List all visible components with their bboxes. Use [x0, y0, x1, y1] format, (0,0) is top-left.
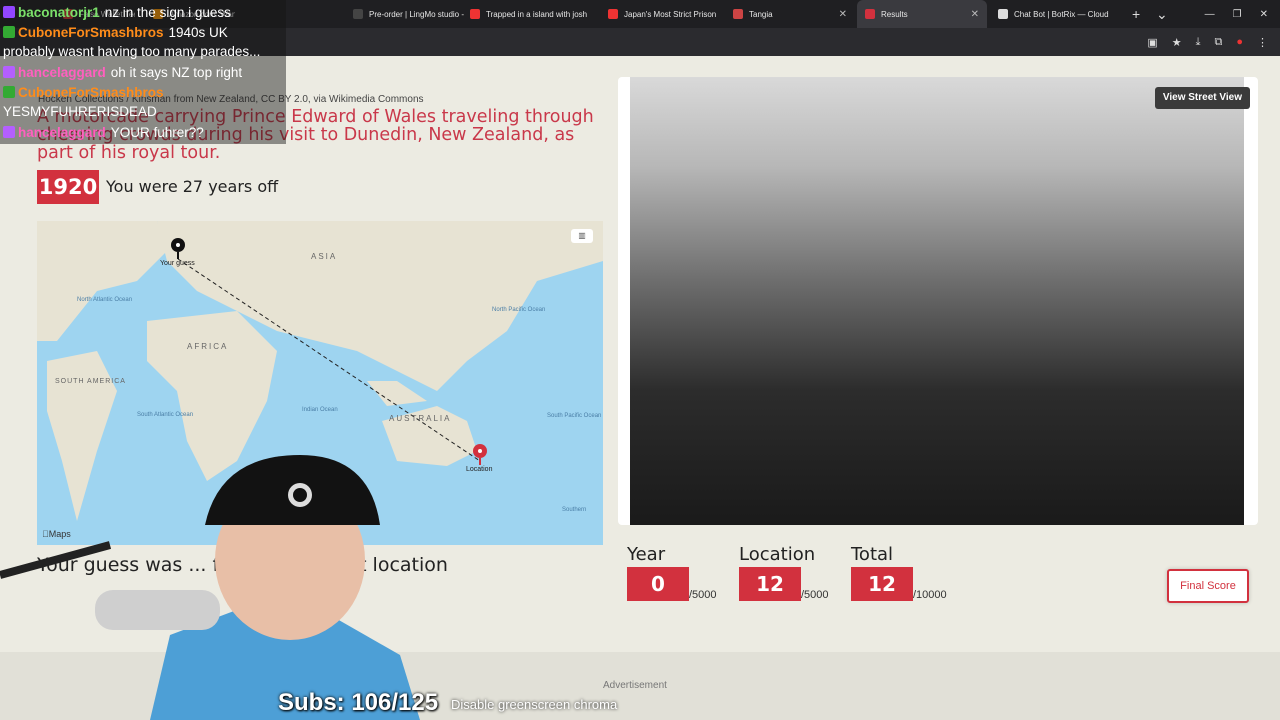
stream-chat-overlay: baconatorjr1 nz in the sign i guess Cubone…: [0, 0, 286, 144]
subs-goal: Subs: 106/125: [278, 689, 439, 716]
location-pin-label: Location: [466, 466, 493, 473]
chat-badge-icon: [3, 126, 15, 138]
map-label-southern: Southern: [562, 507, 586, 513]
chat-text: nz in the sign i guess: [104, 4, 231, 20]
tab-label: Results: [881, 9, 908, 19]
tab-favicon: [470, 9, 480, 19]
tab-label: Trapped in a island with josh: [486, 9, 588, 19]
tab-label: Tangia: [749, 9, 773, 19]
maximize-icon[interactable]: ❐: [1233, 9, 1242, 20]
map-label-africa: AFRICA: [187, 342, 228, 351]
total-score-label: Total: [851, 544, 894, 565]
year-score-max: /5000: [689, 589, 717, 601]
location-score: Location 12/5000: [739, 544, 829, 601]
chat-username: CuboneForSmashbros: [18, 84, 164, 100]
chat-message-continued: probably wasnt having too many parades..…: [3, 44, 261, 59]
extensions-icon[interactable]: ⧉: [1214, 36, 1222, 49]
chat-message: baconatorjr1 nz in the sign i guess: [0, 2, 286, 22]
tab-favicon: [865, 9, 875, 19]
year-off-text: You were 27 years off: [106, 177, 279, 196]
chat-text: oh it says NZ top right: [110, 64, 243, 80]
chat-badge-icon: [3, 6, 15, 18]
downloads-icon[interactable]: ⤓: [1196, 36, 1201, 49]
map-type-button[interactable]: ▥: [571, 229, 593, 243]
tab-favicon: [353, 9, 363, 19]
chat-text: YOUR fuhrer??: [110, 124, 204, 140]
historical-photo: [630, 77, 1244, 525]
tab-favicon: [608, 9, 618, 19]
browser-tab[interactable]: Japan's Most Strict Prison | F✕: [600, 0, 718, 28]
chat-username: hancelaggard: [18, 124, 106, 140]
chat-username: hancelaggard: [18, 64, 106, 80]
map-label-south-pacific: South Pacific Ocean: [547, 413, 601, 419]
chat-badge-icon: [3, 66, 15, 78]
final-score-button[interactable]: Final Score: [1167, 569, 1249, 603]
greenscreen-note: Disable greenscreen chroma: [451, 697, 618, 712]
map-label-south-atlantic: South Atlantic Ocean: [137, 412, 193, 418]
map-label-south-america: SOUTH AMERICA: [55, 378, 126, 385]
chat-message-continued: YESMYFUHRERISDEAD: [3, 104, 157, 119]
youtube-extension-icon[interactable]: ●: [1236, 36, 1243, 48]
chat-badge-icon: [3, 86, 15, 98]
streamer-webcam: [0, 455, 420, 720]
screenshot-icon[interactable]: ▣: [1147, 36, 1157, 49]
street-view-button[interactable]: View Street View: [1154, 87, 1250, 109]
chat-message: CuboneForSmashbros 1940s UK: [0, 22, 286, 42]
chat-badge-icon: [3, 26, 15, 38]
tab-label: Chat Bot | BotRix — Cloud S: [1014, 9, 1110, 19]
location-score-label: Location: [739, 544, 816, 565]
close-window-icon[interactable]: ✕: [1260, 9, 1268, 20]
chat-message: hancelaggard oh it says NZ top right: [0, 62, 286, 82]
tab-favicon: [733, 9, 743, 19]
total-score: Total 12/10000: [851, 544, 947, 601]
photo-frame: View Street View: [618, 77, 1258, 525]
browser-tab[interactable]: Results ✕: [857, 0, 987, 28]
menu-icon[interactable]: ⋮: [1257, 36, 1268, 49]
minimize-icon[interactable]: —: [1205, 9, 1215, 20]
map-label-indian-ocean: Indian Ocean: [302, 407, 338, 413]
year-score: Year 0/5000: [627, 544, 717, 601]
location-score-max: /5000: [801, 589, 829, 601]
total-score-max: /10000: [913, 589, 947, 601]
chat-username: CuboneForSmashbros: [18, 24, 164, 40]
map-label-australia: AUSTRALIA: [389, 414, 451, 423]
guess-pin-label: Your guess: [160, 260, 195, 267]
browser-tab[interactable]: Trapped in a island with josh✕: [462, 0, 592, 28]
landmass-southeast-asia: [367, 381, 427, 406]
tab-label: Pre-order | LingMo studio -: [369, 9, 465, 19]
map-icon: ▥: [578, 231, 586, 240]
tab-list-button[interactable]: ⌄: [1148, 6, 1176, 23]
close-tab-icon[interactable]: ✕: [835, 9, 847, 20]
browser-tab[interactable]: Pre-order | LingMo studio -✕: [345, 0, 465, 28]
chat-message: hancelaggard YOUR fuhrer??: [0, 122, 286, 142]
total-score-value: 12: [851, 567, 913, 601]
location-score-value: 12: [739, 567, 801, 601]
year-score-value: 0: [627, 567, 689, 601]
browser-tab[interactable]: Chat Bot | BotRix — Cloud S✕: [990, 0, 1110, 28]
map-label-asia: ASIA: [311, 252, 337, 261]
chat-username: baconatorjr1: [18, 4, 100, 20]
map-label-north-pacific: North Pacific Ocean: [492, 307, 545, 313]
advertisement-label: Advertisement: [603, 680, 667, 691]
tab-favicon: [998, 9, 1008, 19]
browser-tab[interactable]: Tangia ✕: [725, 0, 855, 28]
new-tab-button[interactable]: +: [1124, 6, 1148, 22]
close-tab-icon[interactable]: ✕: [967, 9, 979, 20]
map-label-north-atlantic: North Atlantic Ocean: [77, 297, 132, 303]
bookmark-star-icon[interactable]: ★: [1172, 36, 1182, 49]
year-score-label: Year: [627, 544, 666, 565]
close-tab-icon[interactable]: ✕: [587, 9, 592, 20]
chat-message: CuboneForSmashbros: [0, 82, 286, 102]
window-controls: — ❐ ✕: [1205, 0, 1280, 28]
chat-text: 1940s UK: [168, 24, 228, 40]
correct-year-badge: 1920: [37, 170, 99, 204]
location-pin[interactable]: [473, 444, 487, 465]
tab-label: Japan's Most Strict Prison | F: [624, 9, 718, 19]
